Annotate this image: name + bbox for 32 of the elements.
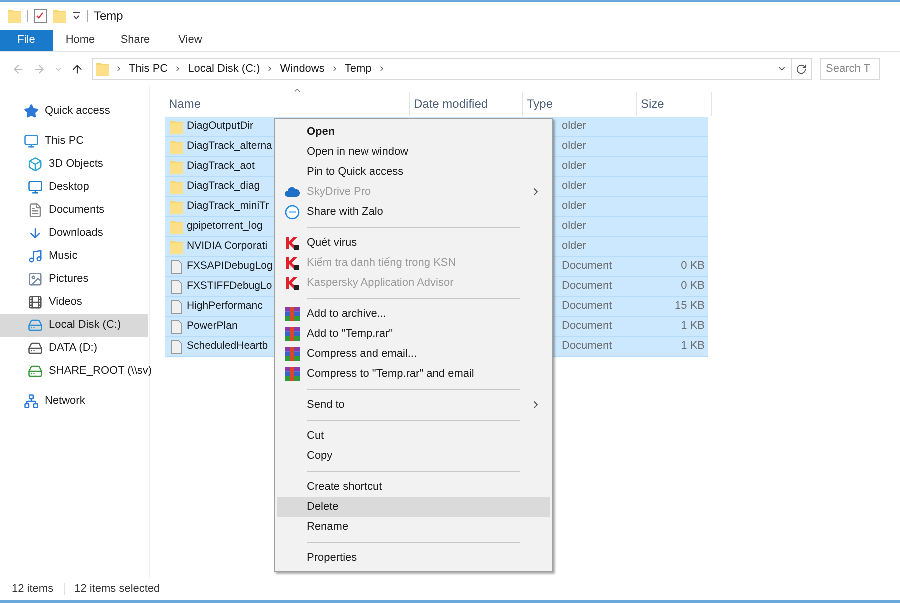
file-name: DiagTrack_aot	[187, 158, 256, 174]
file-type: older	[562, 199, 588, 214]
file-name: FXSTIFFDebugLo	[187, 278, 274, 294]
file-size: 1 KB	[680, 319, 705, 334]
file-type: Document	[562, 259, 614, 274]
file-type: older	[562, 219, 588, 234]
file-type: older	[562, 139, 588, 154]
file-name: PowerPlan	[187, 318, 239, 334]
file-type: Document	[562, 279, 614, 294]
file-name: FXSAPIDebugLog	[187, 258, 274, 274]
file-type: older	[562, 239, 588, 254]
file-name: NVIDIA Corporati	[187, 238, 269, 254]
file-type: Document	[562, 299, 614, 314]
file-name: ScheduledHeartb	[187, 338, 270, 354]
file-name: DiagOutputDir	[187, 118, 255, 134]
file-type: older	[562, 179, 588, 194]
file-name: DiagTrack_alterna	[187, 138, 274, 154]
file-type: Document	[562, 319, 614, 334]
selection-count: 12 items selected	[74, 582, 160, 597]
file-size: 0 KB	[680, 259, 705, 274]
window-title: Temp	[94, 8, 124, 25]
file-name: gpipetorrent_log	[187, 218, 264, 234]
file-name: DiagTrack_diag	[187, 178, 262, 194]
file-size: 0 KB	[680, 279, 705, 294]
file-size: 15 KB	[674, 299, 705, 314]
file-name: HighPerformanc	[187, 298, 264, 314]
file-size: 1 KB	[680, 339, 705, 354]
file-type: older	[562, 159, 588, 174]
item-count: 12 items	[12, 582, 54, 597]
file-type: older	[562, 119, 588, 134]
file-type: Document	[562, 339, 614, 354]
file-name: DiagTrack_miniTr	[187, 198, 270, 214]
